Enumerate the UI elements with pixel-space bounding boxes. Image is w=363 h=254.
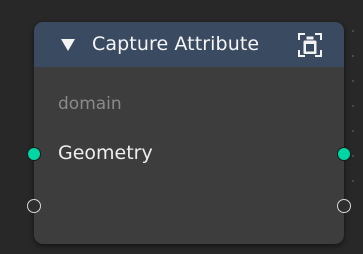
- attribute-input-socket[interactable]: [27, 199, 41, 213]
- triangle-down-icon[interactable]: [61, 39, 75, 51]
- geometry-input-socket[interactable]: [27, 147, 41, 161]
- geometry-output-socket[interactable]: [337, 147, 351, 161]
- attribute-output-socket[interactable]: [337, 199, 351, 213]
- canvas-grid-dots: [352, 30, 354, 182]
- node-title: Capture Attribute: [92, 33, 260, 55]
- domain-label: domain: [58, 94, 122, 114]
- capture-attribute-icon: [298, 33, 322, 57]
- capture-attribute-node[interactable]: Capture Attribute domain Geometry: [34, 22, 344, 244]
- node-editor-canvas[interactable]: Capture Attribute domain Geometry: [0, 0, 363, 254]
- node-header[interactable]: Capture Attribute: [34, 22, 344, 67]
- geometry-socket-label: Geometry: [58, 142, 153, 164]
